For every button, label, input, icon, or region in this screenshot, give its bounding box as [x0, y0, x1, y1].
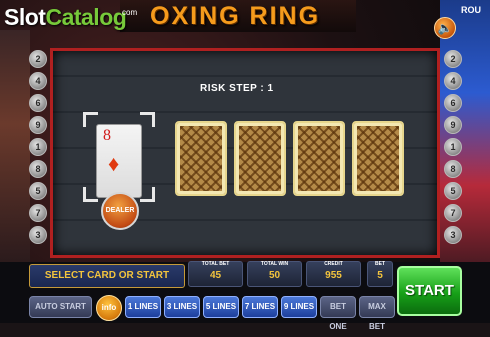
- total-win-value: 50: [268, 270, 281, 281]
- game-title: OXING RING: [150, 2, 321, 30]
- face-down-card-2[interactable]: [234, 121, 286, 196]
- dealer-card: 8 ♦: [96, 124, 142, 198]
- payline-indicator[interactable]: 4: [29, 72, 47, 90]
- payline-indicator[interactable]: 5: [444, 182, 462, 200]
- paylines-right: 2 4 6 9 1 8 5 7 3: [444, 50, 462, 248]
- face-down-card-3[interactable]: [293, 121, 345, 196]
- payline-indicator[interactable]: 4: [444, 72, 462, 90]
- total-win-display: TOTAL WIN 50: [247, 261, 302, 287]
- payline-indicator[interactable]: 3: [444, 226, 462, 244]
- face-down-card-1[interactable]: [175, 121, 227, 196]
- total-bet-value: 45: [209, 270, 222, 281]
- credit-display: CREDIT 955: [306, 261, 361, 287]
- start-button[interactable]: START: [397, 266, 462, 316]
- risk-step-label: RISK STEP : 1: [200, 83, 274, 94]
- info-button[interactable]: info: [96, 295, 122, 321]
- payline-indicator[interactable]: 9: [29, 116, 47, 134]
- payline-indicator[interactable]: 5: [29, 182, 47, 200]
- lines-1-button[interactable]: 1 LINES: [125, 296, 161, 318]
- diamond-icon: ♦: [108, 151, 120, 176]
- payline-indicator[interactable]: 2: [444, 50, 462, 68]
- auto-start-button[interactable]: AUTO START: [29, 296, 92, 318]
- bet-value: 5: [377, 270, 383, 281]
- sound-toggle-button[interactable]: 🔈: [434, 17, 456, 39]
- bet-display: BET 5: [367, 261, 393, 287]
- face-down-card-4[interactable]: [352, 121, 404, 196]
- payline-indicator[interactable]: 8: [29, 160, 47, 178]
- lines-3-button[interactable]: 3 LINES: [164, 296, 200, 318]
- logo-slot-text: Slot: [4, 4, 46, 30]
- bet-label: BET: [375, 261, 385, 267]
- payline-indicator[interactable]: 1: [444, 138, 462, 156]
- lines-9-button[interactable]: 9 LINES: [281, 296, 317, 318]
- total-win-label: TOTAL WIN: [260, 261, 289, 267]
- payline-indicator[interactable]: 8: [444, 160, 462, 178]
- frame-corner: [140, 112, 155, 127]
- boxer-left-art: [0, 30, 30, 265]
- lines-7-button[interactable]: 7 LINES: [242, 296, 278, 318]
- slotcatalog-logo: SlotCatalog: [4, 4, 127, 31]
- round-label: ROU: [461, 5, 481, 15]
- paylines-left: 2 4 6 9 1 8 5 7 3: [29, 50, 47, 248]
- total-bet-label: TOTAL BET: [201, 261, 230, 267]
- payline-indicator[interactable]: 7: [29, 204, 47, 222]
- credit-value: 955: [325, 270, 342, 281]
- logo-catalog-text: Catalog: [45, 4, 127, 30]
- logo-com-text: com: [122, 8, 138, 17]
- credit-label: CREDIT: [324, 261, 343, 267]
- lines-5-button[interactable]: 5 LINES: [203, 296, 239, 318]
- payline-indicator[interactable]: 7: [444, 204, 462, 222]
- frame-corner: [140, 187, 155, 202]
- bet-one-button[interactable]: BET ONE: [320, 296, 356, 331]
- payline-indicator[interactable]: 6: [444, 94, 462, 112]
- total-bet-display: TOTAL BET 45: [188, 261, 243, 287]
- dealer-badge: DEALER: [101, 192, 139, 230]
- payline-indicator[interactable]: 6: [29, 94, 47, 112]
- card-rank: 8: [103, 127, 111, 144]
- payline-indicator[interactable]: 2: [29, 50, 47, 68]
- payline-indicator[interactable]: 1: [29, 138, 47, 156]
- max-bet-button[interactable]: MAX BET: [359, 296, 395, 331]
- status-message: SELECT CARD OR START: [29, 264, 185, 288]
- payline-indicator[interactable]: 9: [444, 116, 462, 134]
- payline-indicator[interactable]: 3: [29, 226, 47, 244]
- speaker-icon: 🔈: [437, 21, 453, 35]
